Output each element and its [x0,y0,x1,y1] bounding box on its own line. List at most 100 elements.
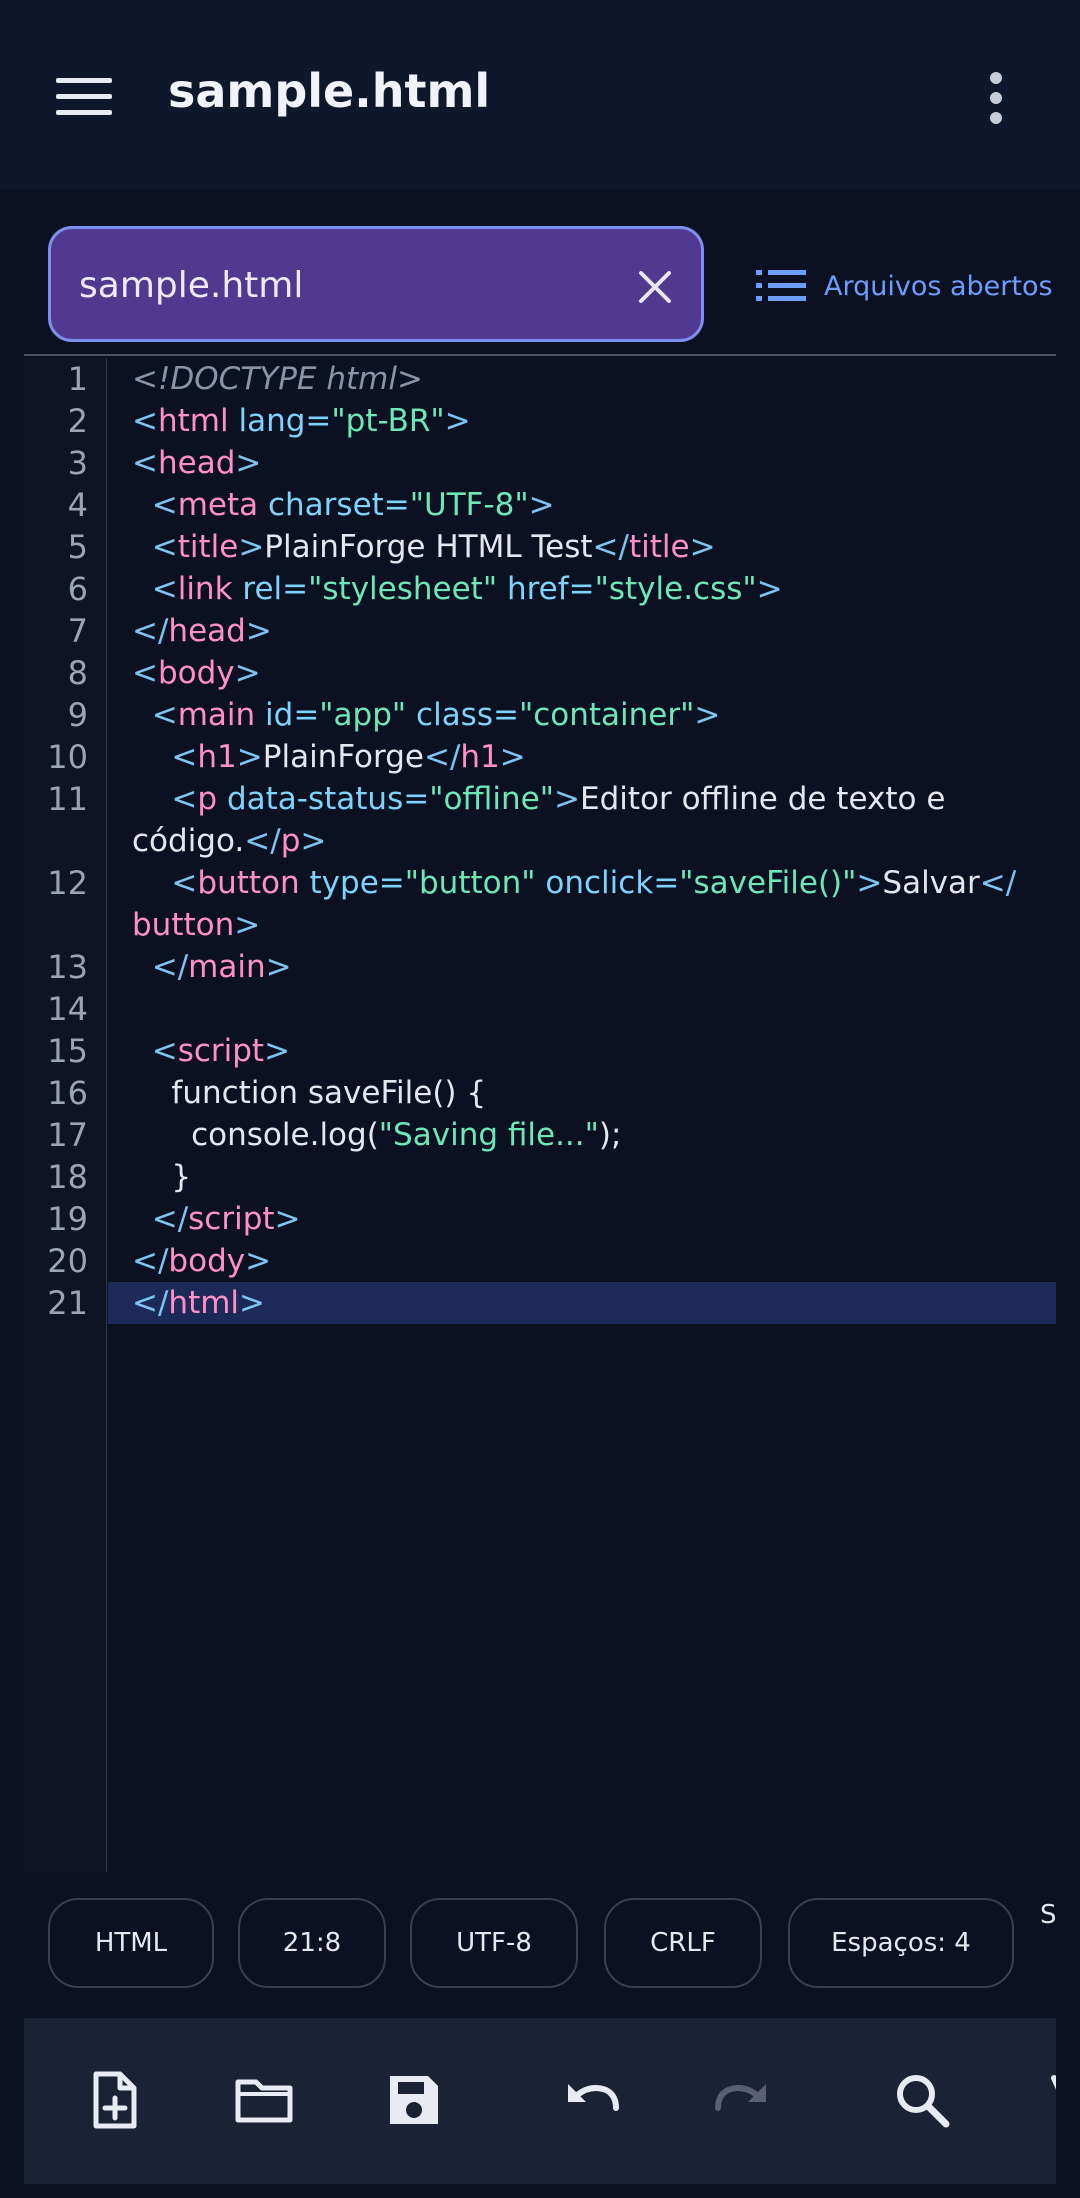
code-token: "style.css" [594,571,757,607]
code-line: } [132,1156,1052,1198]
code-line: <link rel="stylesheet" href="style.css"> [132,568,1052,610]
overflow-chip-text[interactable]: S [1040,1900,1057,1930]
code-token: body [168,1243,246,1279]
code-area[interactable]: <!DOCTYPE html> <html lang="pt-BR"> <head>… [108,358,1056,1872]
folder-icon[interactable] [232,2068,296,2132]
language-chip[interactable]: HTML [48,1898,214,1988]
cursor-position-chip[interactable]: 21:8 [238,1898,386,1988]
more-options-icon[interactable] [980,70,1012,126]
code-token: ); [598,1117,622,1153]
code-token: > [238,529,265,565]
code-line: <head> [132,442,1052,484]
code-token: data-status= [226,781,430,817]
code-token: charset= [267,487,410,523]
code-token: button [132,907,235,943]
app-bar: sample.html [0,0,1080,190]
code-token: "saveFile()" [679,865,857,901]
code-token: > [236,739,263,775]
code-line: <title>PlainForge HTML Test</title> [132,526,1052,568]
code-token: < [132,445,158,481]
code-token: </ [132,1285,169,1321]
code-token: </ [979,865,1017,901]
close-icon[interactable] [635,267,675,307]
new-file-icon[interactable] [82,2068,146,2132]
code-line: function saveFile() { [132,1072,1052,1114]
line-ending-chip[interactable]: CRLF [604,1898,762,1988]
code-line: button> [132,904,1052,946]
search-icon[interactable] [890,2068,954,2132]
line-number: 12 [47,864,88,902]
code-token: script [177,1033,265,1069]
code-token: p [197,781,218,817]
code-token: < [151,529,178,565]
code-token: lang= [238,403,332,439]
code-token: console.log( [132,1117,379,1153]
code-token: < [171,865,198,901]
line-number: 7 [67,612,88,650]
code-token: > [264,1033,291,1069]
code-line: <h1>PlainForge</h1> [132,736,1052,778]
code-token: < [171,781,198,817]
code-token: </ [132,1243,169,1279]
code-token: h1 [197,739,237,775]
code-token: body [157,655,235,691]
code-token: Editor offline de texto e [579,781,946,817]
menu-icon[interactable] [56,74,112,118]
more-tools-icon[interactable] [1034,2068,1056,2132]
code-line: <script> [132,1030,1052,1072]
line-number: 8 [67,654,88,692]
code-editor[interactable]: 1 2 3 4 5 6 7 8 9 10 11 12 13 14 15 16 17 18 19 20 21 <!DOCT… [24,358,1056,1872]
code-token: > [274,1201,301,1237]
line-number: 18 [47,1158,88,1196]
undo-icon[interactable] [560,2068,624,2132]
tab-label: sample.html [79,265,304,306]
code-token: < [151,487,178,523]
code-token: < [151,571,178,607]
code-token: "pt-BR" [331,403,445,439]
line-number: 10 [47,738,88,776]
tab-sample-html[interactable]: sample.html [48,226,704,342]
tab-bar: sample.html Arquivos abertos [24,190,1056,356]
code-token: </ [423,739,461,775]
line-number: 14 [47,990,88,1028]
save-icon[interactable] [382,2068,446,2132]
code-token: PlainForge HTML Test [264,529,593,565]
line-number: 4 [67,486,88,524]
code-token: "button" [404,865,536,901]
code-token: head [157,445,236,481]
code-token: onclick= [545,865,680,901]
indentation-chip[interactable]: Espaços: 4 [788,1898,1014,1988]
code-token: > [245,613,272,649]
code-line: <p data-status="offline">Editor offline … [132,778,1052,820]
code-token: > [689,529,716,565]
code-token: "offline" [429,781,554,817]
code-token: < [132,403,158,439]
redo-icon[interactable] [710,2068,774,2132]
code-line: </main> [132,946,1052,988]
code-token: > [444,403,471,439]
code-token: class= [416,697,519,733]
code-line: <!DOCTYPE html> [132,358,1052,400]
code-token: head [168,613,246,649]
encoding-chip[interactable]: UTF-8 [410,1898,578,1988]
line-number: 19 [47,1200,88,1238]
code-token: "container" [518,697,695,733]
code-line: <html lang="pt-BR"> [132,400,1052,442]
list-icon [756,270,806,301]
code-token: > [756,571,783,607]
line-number: 5 [67,528,88,566]
code-token: código. [132,823,245,859]
open-files-button[interactable]: Arquivos abertos [756,266,1053,306]
code-token: href= [506,571,595,607]
